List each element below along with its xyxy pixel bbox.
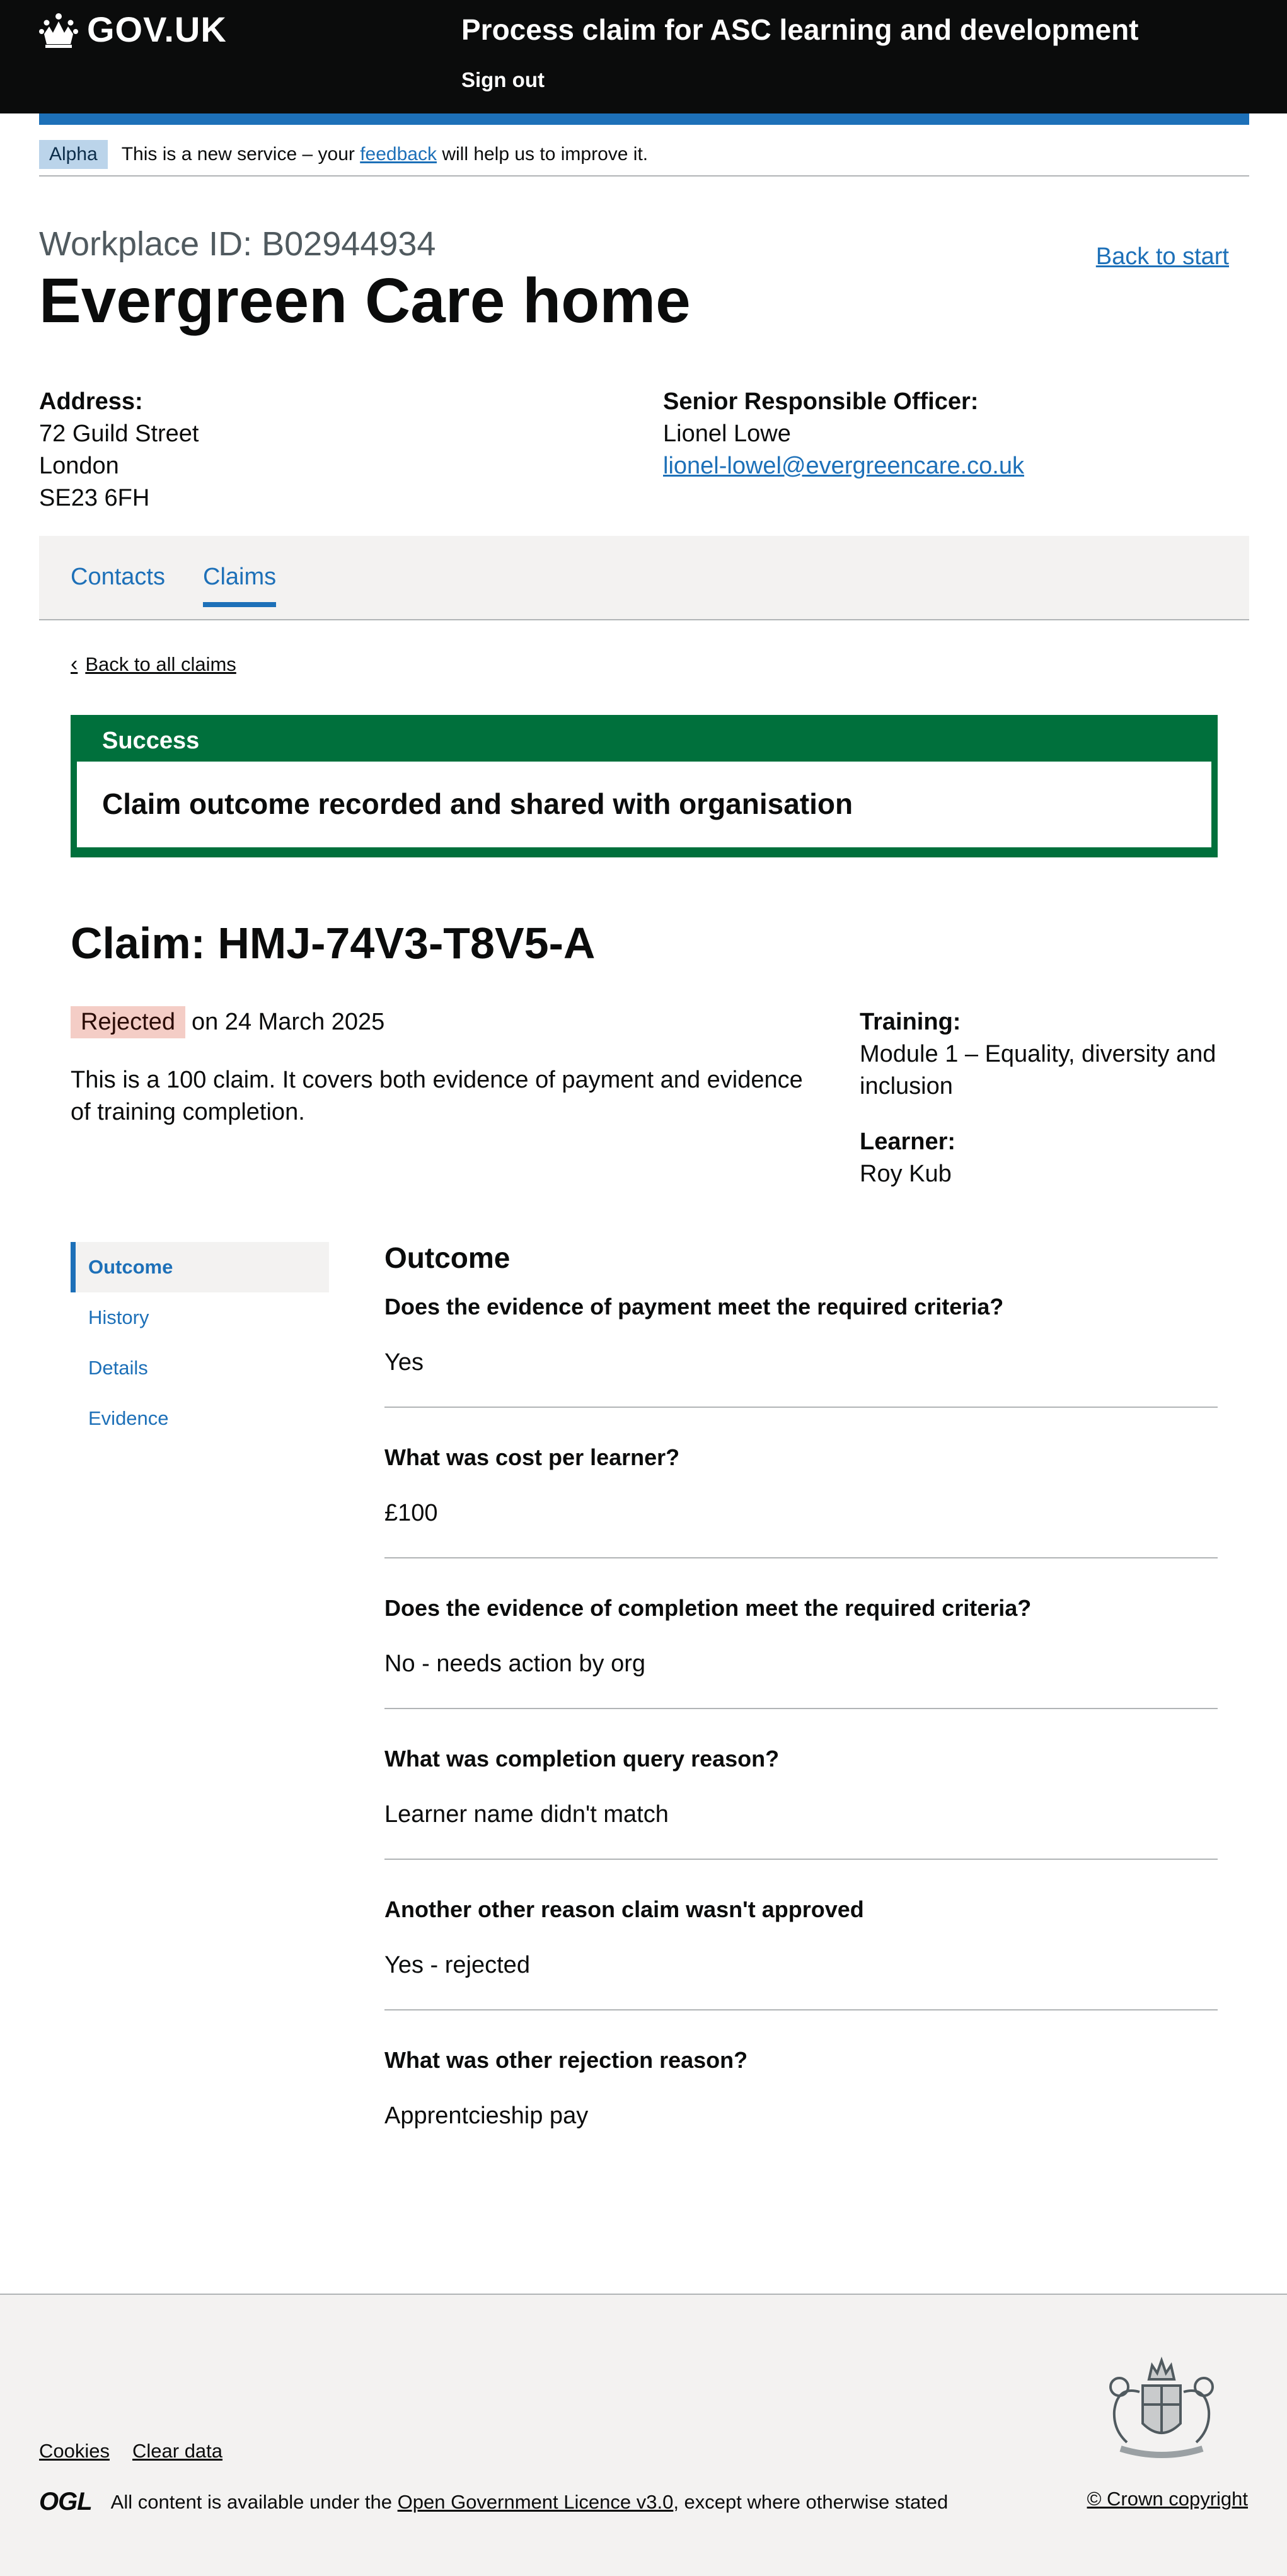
summary-question: What was cost per learner? [384, 1444, 680, 1470]
address-line: SE23 6FH [39, 485, 150, 511]
footer-links: Cookies Clear data [39, 2440, 222, 2463]
govuk-logotype: GOV.UK [87, 9, 227, 49]
footer-link-clear-data[interactable]: Clear data [132, 2440, 222, 2463]
sign-out-link[interactable]: Sign out [461, 68, 545, 92]
address-line: 72 Guild Street [39, 421, 199, 447]
back-to-all-claims-link[interactable]: ‹ Back to all claims [71, 652, 236, 676]
summary-row: What was cost per learner? £100 [384, 1444, 1218, 1558]
summary-answer: Yes - rejected [384, 1952, 530, 1978]
open-government-licence-link[interactable]: Open Government Licence v3.0 [398, 2491, 674, 2513]
workplace-id-caption: Workplace ID: B02944934 [39, 225, 436, 263]
phase-tag: Alpha [39, 140, 108, 169]
summary-row: What was completion query reason? Learne… [384, 1746, 1218, 1860]
outcome-section: Outcome Does the evidence of payment mee… [384, 1241, 1218, 2196]
sro-block: Senior Responsible Officer: Lionel Lowe … [663, 386, 1024, 482]
summary-question: Does the evidence of payment meet the re… [384, 1294, 1004, 1320]
training-label: Training: [860, 1009, 961, 1035]
side-nav-evidence[interactable]: Evidence [71, 1393, 329, 1444]
claim-description: This is a 100 claim. It covers both evid… [71, 1067, 803, 1125]
tab-contacts[interactable]: Contacts [71, 564, 165, 591]
licence-text-before: All content is available under the [110, 2490, 398, 2513]
page-title: Evergreen Care home [39, 265, 691, 336]
footer-licence: OGL All content is available under the O… [39, 2488, 948, 2516]
sro-name: Lionel Lowe [663, 421, 791, 447]
sub-navigation: Contacts Claims [39, 536, 1249, 620]
side-nav-history[interactable]: History [71, 1292, 329, 1343]
govuk-header: GOV.UK Process claim for ASC learning an… [0, 0, 1287, 113]
header-blue-bar [39, 113, 1249, 125]
notification-heading: Success [102, 728, 200, 754]
phase-text-before: This is a new service – your [121, 144, 361, 165]
address-line: London [39, 453, 119, 479]
summary-answer: Apprentcieship pay [384, 2103, 589, 2129]
sro-label: Senior Responsible Officer: [663, 388, 979, 415]
summary-answer: No - needs action by org [384, 1651, 646, 1677]
learner-value: Roy Kub [860, 1161, 952, 1187]
govuk-logo-link[interactable]: GOV.UK [39, 9, 227, 50]
phase-banner: Alpha This is a new service – your feedb… [39, 134, 1249, 177]
summary-row: Another other reason claim wasn't approv… [384, 1896, 1218, 2010]
learner-block: Learner: Roy Kub [860, 1126, 955, 1190]
summary-answer: Learner name didn't match [384, 1801, 669, 1828]
feedback-link[interactable]: feedback [360, 144, 437, 165]
back-to-start-link[interactable]: Back to start [1096, 243, 1229, 270]
status-badge: Rejected [71, 1006, 185, 1038]
govuk-footer: Cookies Clear data OGL All content is av… [0, 2294, 1287, 2576]
crown-copyright-link[interactable]: © Crown copyright [1087, 2488, 1248, 2510]
status-date: on 24 March 2025 [191, 1009, 385, 1035]
summary-question: What was completion query reason? [384, 1746, 780, 1772]
summary-question: What was other rejection reason? [384, 2047, 748, 2073]
crown-icon [39, 13, 78, 48]
address-block: Address: 72 Guild Street London SE23 6FH [39, 386, 199, 514]
address-label: Address: [39, 388, 143, 415]
summary-answer: Yes [384, 1349, 424, 1376]
phase-text-after: will help us to improve it. [436, 144, 649, 165]
outcome-heading: Outcome [384, 1241, 511, 1274]
summary-question: Another other reason claim wasn't approv… [384, 1896, 864, 1922]
claim-title: Claim: HMJ-74V3-T8V5-A [71, 919, 596, 968]
footer-link-cookies[interactable]: Cookies [39, 2440, 110, 2463]
side-nav-details[interactable]: Details [71, 1343, 329, 1393]
licence-text: All content is available under the Open … [111, 2491, 949, 2514]
side-nav-outcome[interactable]: Outcome [71, 1242, 329, 1292]
royal-coat-of-arms-icon [1109, 2356, 1214, 2458]
summary-row: Does the evidence of completion meet the… [384, 1595, 1218, 1709]
learner-label: Learner: [860, 1128, 956, 1155]
claim-status-row: Rejected on 24 March 2025 [71, 1006, 384, 1038]
success-notification-banner: Success Claim outcome recorded and share… [71, 715, 1218, 857]
back-link-label: Back to all claims [85, 653, 236, 675]
summary-question: Does the evidence of completion meet the… [384, 1595, 1032, 1621]
ogl-logo: OGL [39, 2488, 93, 2515]
summary-answer: £100 [384, 1500, 438, 1526]
summary-row: What was other rejection reason? Apprent… [384, 2047, 1218, 2160]
phase-text: This is a new service – your feedback wi… [122, 144, 648, 165]
training-value: Module 1 – Equality, diversity and inclu… [860, 1041, 1216, 1099]
chevron-left-icon: ‹ [71, 652, 78, 676]
licence-text-after: , except where otherwise stated [673, 2490, 949, 2513]
training-block: Training: Module 1 – Equality, diversity… [860, 1006, 1238, 1103]
sro-email-link[interactable]: lionel-lowel@evergreencare.co.uk [663, 453, 1024, 479]
tab-claims[interactable]: Claims [203, 564, 277, 607]
claim-side-navigation: Outcome History Details Evidence [71, 1242, 329, 1444]
notification-body: Claim outcome recorded and shared with o… [77, 762, 1211, 847]
service-name-link[interactable]: Process claim for ASC learning and devel… [461, 13, 1139, 47]
summary-row: Does the evidence of payment meet the re… [384, 1294, 1218, 1408]
